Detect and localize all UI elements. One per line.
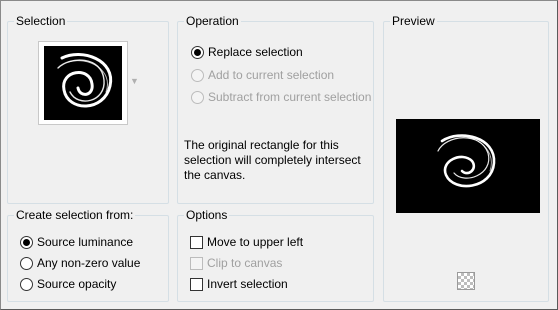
- options-group-title: Options: [184, 208, 230, 222]
- radio-any-non-zero-value[interactable]: Any non-zero value: [20, 255, 140, 271]
- radio-button[interactable]: [20, 235, 33, 249]
- checkbox-label: Invert selection: [207, 277, 288, 291]
- checkbox-label: Clip to canvas: [207, 256, 283, 270]
- checkbox-label: Move to upper left: [207, 235, 304, 249]
- radio-subtract-from-selection[interactable]: Subtract from current selection: [191, 89, 371, 105]
- radio-label: Source opacity: [37, 277, 117, 291]
- intersect-note: The original rectangle for this selectio…: [184, 138, 361, 182]
- radio-label: Subtract from current selection: [208, 90, 372, 104]
- radio-label: Replace selection: [208, 45, 303, 59]
- radio-button[interactable]: [191, 68, 204, 82]
- checkbox-invert-selection[interactable]: Invert selection: [190, 276, 288, 292]
- radio-label: Source luminance: [37, 235, 134, 249]
- radio-button[interactable]: [20, 277, 33, 291]
- checkbox[interactable]: [190, 277, 203, 291]
- checkbox[interactable]: [190, 235, 203, 249]
- radio-label: Any non-zero value: [37, 256, 141, 270]
- preview-group-title: Preview: [390, 14, 437, 28]
- operation-group-title: Operation: [184, 14, 241, 28]
- create-from-group-title: Create selection from:: [14, 208, 136, 222]
- radio-button[interactable]: [20, 256, 33, 270]
- radio-button[interactable]: [191, 90, 204, 104]
- selection-thumbnail: [44, 46, 122, 120]
- checkbox-clip-to-canvas[interactable]: Clip to canvas: [190, 255, 282, 271]
- radio-replace-selection[interactable]: Replace selection: [191, 44, 303, 60]
- radio-label: Add to current selection: [208, 68, 335, 82]
- radio-source-opacity[interactable]: Source opacity: [20, 276, 116, 292]
- selection-image-dropdown[interactable]: [38, 41, 128, 125]
- checkbox-move-to-upper-left[interactable]: Move to upper left: [190, 234, 303, 250]
- checkerboard-icon[interactable]: [457, 272, 475, 290]
- radio-add-to-selection[interactable]: Add to current selection: [191, 67, 334, 83]
- chevron-down-icon[interactable]: ▼: [130, 76, 139, 86]
- selection-group-title: Selection: [14, 14, 68, 28]
- swirl-image: [57, 53, 113, 108]
- preview-swirl: [437, 134, 496, 188]
- radio-button[interactable]: [191, 45, 204, 59]
- radio-source-luminance[interactable]: Source luminance: [20, 234, 133, 250]
- checkbox[interactable]: [190, 256, 203, 270]
- preview-image: [396, 119, 540, 213]
